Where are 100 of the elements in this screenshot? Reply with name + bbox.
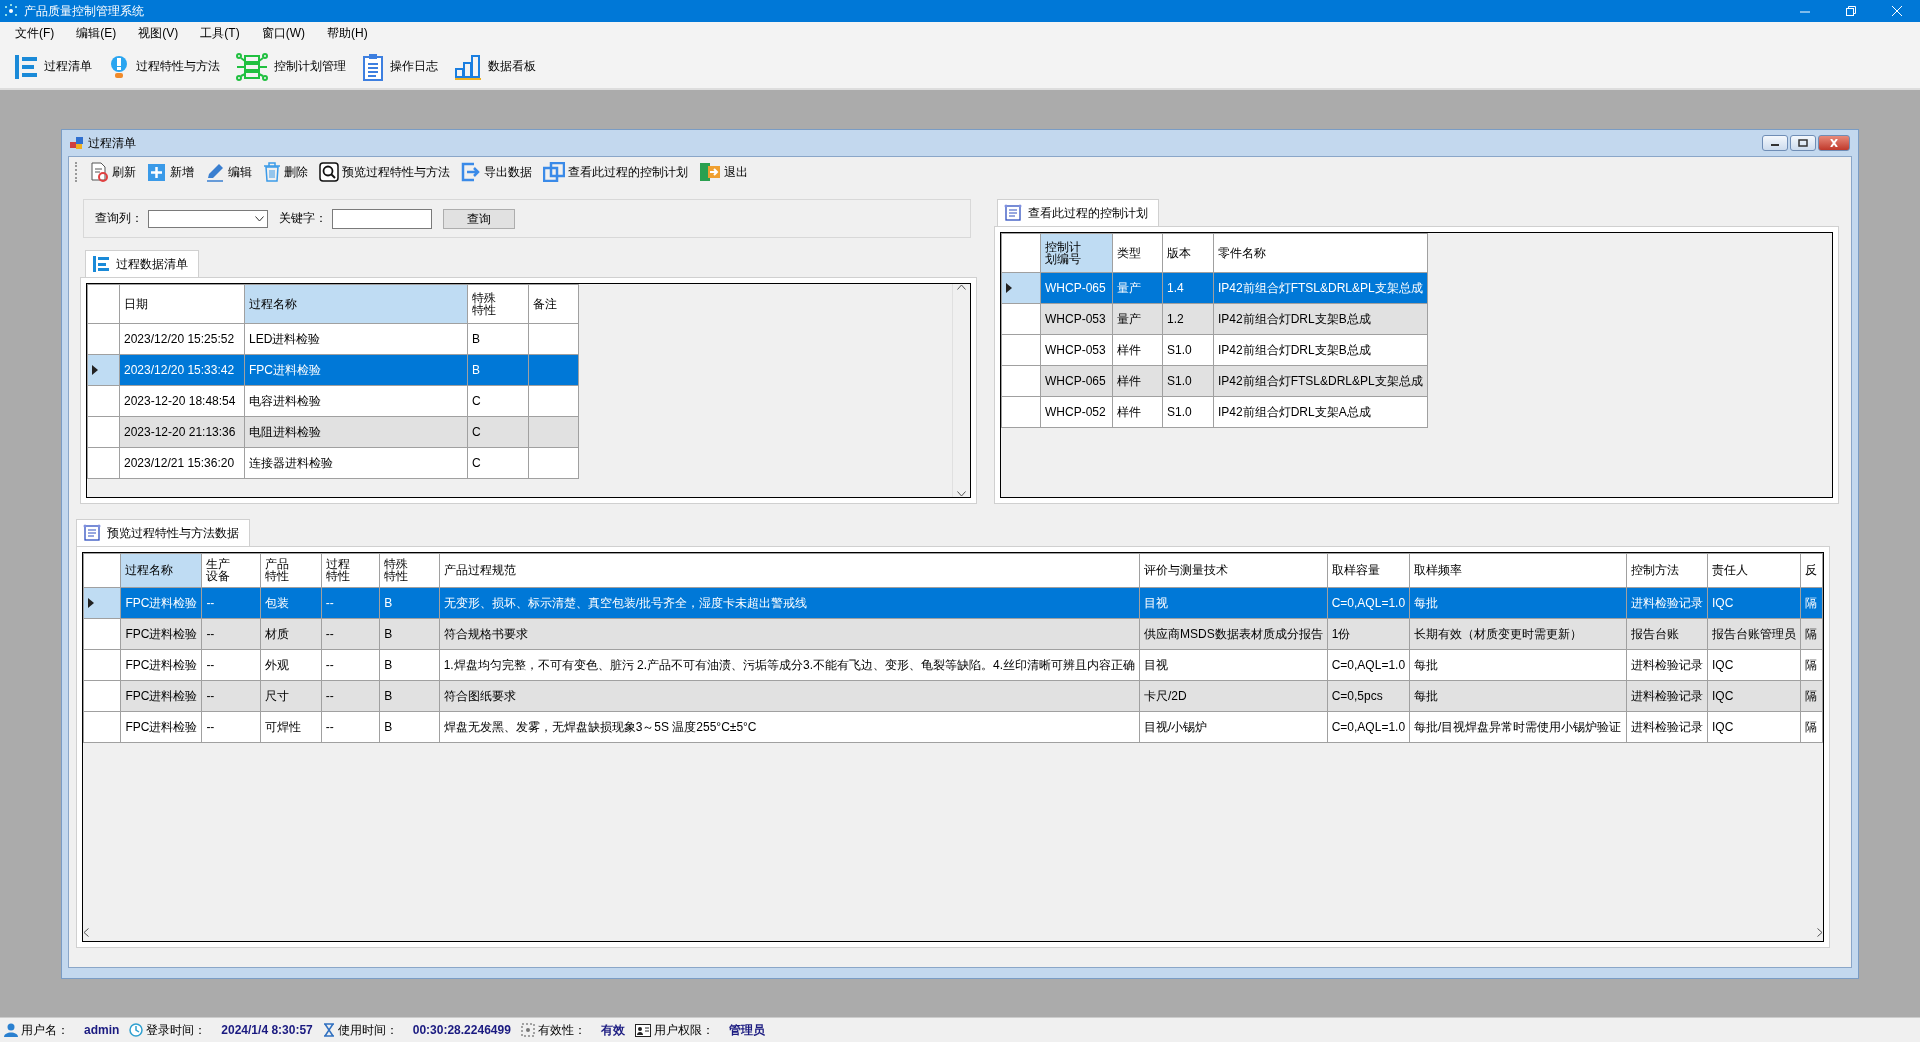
scroll-left-icon[interactable] [83, 928, 89, 937]
menu-item[interactable]: 编辑(E) [68, 23, 125, 44]
column-header[interactable]: 特殊特性 [379, 553, 440, 588]
column-header[interactable]: 责任人 [1707, 553, 1801, 588]
table-cell: C [467, 385, 529, 417]
maximize-button[interactable] [1790, 135, 1816, 151]
table-row[interactable]: 2023-12-20 18:48:54 电容进料检验 C [87, 385, 579, 417]
column-header[interactable]: 日期 [119, 284, 245, 324]
document-list-icon [1004, 204, 1022, 222]
column-header[interactable]: 类型 [1112, 233, 1163, 273]
toolbar-button[interactable]: 导出数据 [460, 160, 533, 184]
toolbar-button[interactable]: 过程清单 [12, 51, 94, 82]
toolbar-button[interactable]: 过程特性与方法 [106, 51, 222, 82]
table-cell: -- [201, 649, 261, 681]
table-row[interactable]: 2023-12-20 21:13:36 电阻进料检验 C [87, 416, 579, 448]
close-button[interactable] [1818, 135, 1850, 151]
server-network-icon [236, 51, 268, 82]
status-label: 用户权限： [653, 1021, 714, 1039]
toolbar-button[interactable]: 删除 [262, 160, 309, 184]
table-cell: S1.0 [1162, 396, 1214, 428]
table-row[interactable]: WHCP-053 量产 1.2 IP42前组合灯DRL支架B总成 [1001, 303, 1428, 335]
minimize-button[interactable] [1762, 135, 1788, 151]
tab[interactable]: 预览过程特性与方法数据 [76, 519, 250, 546]
tab[interactable]: 查看此过程的控制计划 [997, 199, 1159, 226]
table-cell: FPC进料检验 [120, 680, 202, 712]
column-header[interactable]: 特殊特性 [467, 284, 529, 324]
toolbar-button[interactable]: 查看此过程的控制计划 [542, 160, 689, 184]
table-cell: -- [321, 711, 380, 743]
app-logo-icon [4, 4, 18, 18]
column-header[interactable]: 取样容量 [1327, 553, 1410, 588]
table-cell: B [467, 354, 529, 386]
toolbar-button[interactable]: 新增 [146, 160, 195, 184]
table-row[interactable]: FPC进料检验 -- 包装 -- B 无变形、损坏、标示清楚、真空包装/批号齐全，湿度卡未超出警戒线 目视 C=0,AQL=1.0 每批 进料检验记录 IQC 隔 [83, 587, 1823, 619]
table-cell: 无变形、损坏、标示清楚、真空包装/批号齐全，湿度卡未超出警戒线 [439, 587, 1140, 619]
close-icon [1829, 139, 1839, 147]
toolbar-button[interactable]: 数据看板 [452, 51, 538, 82]
table-row[interactable]: WHCP-052 样件 S1.0 IP42前组合灯DRL支架A总成 [1001, 396, 1428, 428]
table-cell: IP42前组合灯DRL支架A总成 [1213, 396, 1428, 428]
table-row[interactable]: WHCP-065 样件 S1.0 IP42前组合灯FTSL&DRL&PL支架总成 [1001, 365, 1428, 397]
scroll-down-icon[interactable] [957, 491, 966, 497]
column-header[interactable]: 过程特性 [321, 553, 380, 588]
column-header[interactable]: 评价与测量技术 [1139, 553, 1328, 588]
status-value: admin [84, 1023, 120, 1037]
menu-item[interactable]: 窗口(W) [253, 23, 313, 44]
table-row[interactable]: WHCP-053 样件 S1.0 IP42前组合灯DRL支架B总成 [1001, 334, 1428, 366]
table-row[interactable]: 2023/12/20 15:25:52 LED进料检验 B [87, 323, 579, 355]
document-list-icon [83, 524, 101, 542]
menu-item[interactable]: 帮助(H) [319, 23, 376, 44]
toolbar-button[interactable]: 预览过程特性与方法 [318, 160, 451, 184]
table-cell: B [379, 711, 440, 743]
table-cell: 2023/12/20 15:33:42 [119, 354, 245, 386]
column-header[interactable]: 过程名称 [120, 553, 202, 588]
table-row[interactable]: 2023/12/20 15:33:42 FPC进料检验 B [87, 354, 579, 386]
toolbar-button[interactable]: 刷新 [88, 160, 137, 184]
table-row[interactable]: FPC进料检验 -- 可焊性 -- B 焊盘无发黑、发雾，无焊盘缺损现象3～5S 温度255°C±5°C 目视/小锡炉 C=0,AQL=1.0 每批/目视焊盘异常时需使用小锡炉验证 进料检验记录 IQC 隔 [83, 711, 1823, 743]
column-header[interactable]: 生产设备 [201, 553, 261, 588]
scroll-right-icon[interactable] [1817, 928, 1823, 937]
column-header[interactable]: 过程名称 [244, 284, 468, 324]
toolbar-button[interactable]: 操作日志 [360, 50, 440, 83]
column-header[interactable]: 控制计划编号 [1040, 233, 1113, 273]
column-header[interactable]: 版本 [1162, 233, 1214, 273]
table-row[interactable]: FPC进料检验 -- 尺寸 -- B 符合图纸要求 卡尺/2D C=0,5pcs 每批 进料检验记录 IQC 隔 [83, 680, 1823, 712]
table-cell: C=0,AQL=1.0 [1327, 711, 1410, 743]
column-header[interactable]: 反 [1800, 553, 1823, 588]
table-row[interactable]: WHCP-065 量产 1.4 IP42前组合灯FTSL&DRL&PL支架总成 [1001, 272, 1428, 304]
query-button[interactable]: 查询 [443, 208, 515, 229]
table-cell: 2023-12-20 18:48:54 [119, 385, 245, 417]
table-cell: 卡尺/2D [1139, 680, 1328, 712]
status-value: 有效 [600, 1021, 625, 1039]
scroll-up-icon[interactable] [957, 284, 966, 290]
column-header[interactable]: 备注 [528, 284, 579, 324]
table-cell: WHCP-052 [1040, 396, 1113, 428]
tab[interactable]: 过程数据清单 [85, 250, 199, 277]
table-cell: S1.0 [1162, 365, 1214, 397]
table-cell: -- [321, 587, 380, 619]
column-header[interactable]: 控制方法 [1626, 553, 1708, 588]
column-header[interactable]: 产品过程规范 [439, 553, 1140, 588]
table-row[interactable]: FPC进料检验 -- 外观 -- B 1.焊盘均匀完整，不可有变色、脏污 2.产品不可有油渍、污垢等成分3.不能有飞边、变形、龟裂等缺陷。4.丝印清晰可辨且内容正确 目视 C=0,AQL=1.0 每批 进料检验记录 IQC 隔 [83, 649, 1823, 681]
lightbulb-icon [108, 53, 130, 80]
toolbar-button[interactable]: 控制计划管理 [234, 49, 348, 84]
column-header[interactable]: 零件名称 [1213, 233, 1428, 273]
table-cell: IQC [1707, 680, 1801, 712]
table-cell: -- [201, 680, 261, 712]
menu-item[interactable]: 文件(F) [7, 23, 63, 44]
column-header[interactable]: 产品特性 [260, 553, 322, 588]
column-dropdown[interactable] [148, 209, 268, 228]
table-row[interactable]: 2023/12/21 15:36:20 连接器进料检验 C [87, 447, 579, 479]
table-cell: 供应商MSDS数据表材质成分报告 [1139, 618, 1328, 650]
table-cell: 进料检验记录 [1626, 711, 1708, 743]
toolbar-button[interactable]: 退出 [698, 160, 749, 184]
restore-icon[interactable] [1845, 5, 1857, 17]
table-cell: 1.2 [1162, 303, 1214, 335]
toolbar-button[interactable]: 编辑 [204, 160, 253, 184]
column-header[interactable]: 取样频率 [1409, 553, 1627, 588]
table-cell: 符合规格书要求 [439, 618, 1140, 650]
keyword-field[interactable] [332, 208, 432, 229]
close-icon[interactable] [1891, 5, 1903, 17]
menu-item[interactable]: 视图(V) [130, 23, 187, 44]
table-row[interactable]: FPC进料检验 -- 材质 -- B 符合规格书要求 供应商MSDS数据表材质成分报告 1份 长期有效（材质变更时需更新） 报告台账 报告台账管理员 隔 [83, 618, 1823, 650]
menu-item[interactable]: 工具(T) [192, 23, 248, 44]
